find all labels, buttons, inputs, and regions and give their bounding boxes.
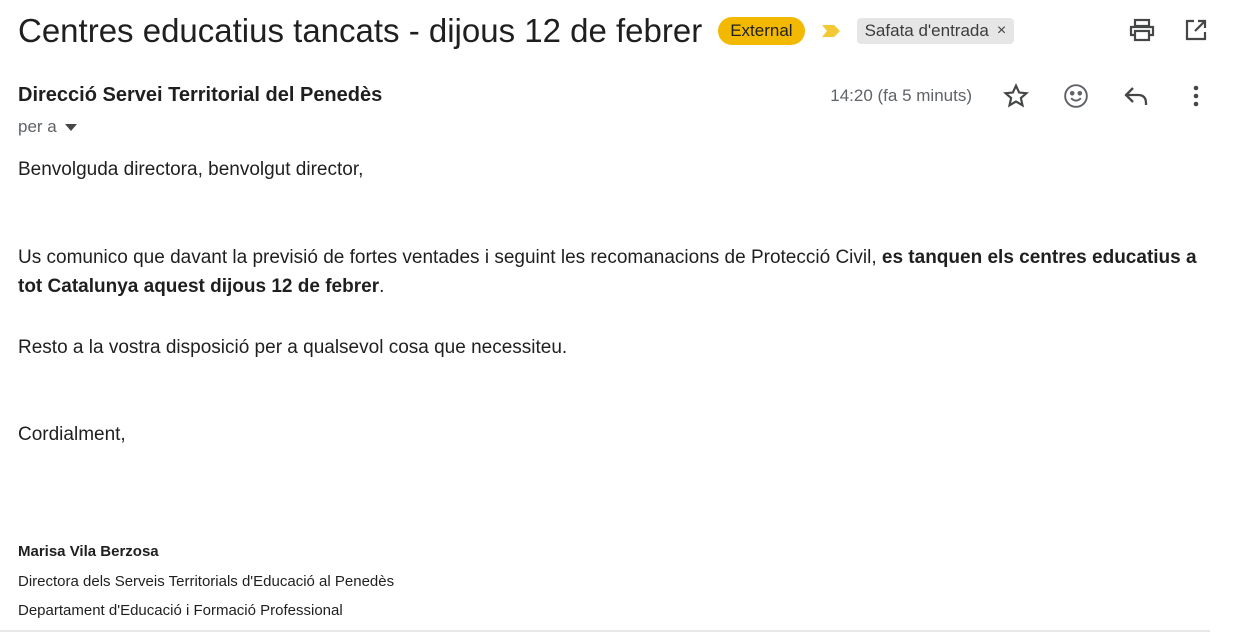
main-paragraph: Us comunico que davant la previsió de fo… [18, 243, 1218, 301]
email-body: Benvolguda directora, benvolgut director… [18, 152, 1218, 449]
email-view: Centres educatius tancats - dijous 12 de… [0, 0, 1234, 639]
divider [0, 630, 1210, 632]
external-label: External [718, 17, 805, 45]
recipients-toggle[interactable]: per a [18, 117, 77, 137]
reply-icon[interactable] [1122, 82, 1150, 110]
caret-down-icon[interactable] [64, 117, 77, 137]
remove-label-button[interactable]: × [997, 21, 1006, 41]
inbox-label: Safata d'entrada × [856, 18, 1015, 44]
importance-marker-icon[interactable] [821, 23, 843, 39]
signature-title: Directora dels Serveis Territorials d'Ed… [18, 572, 395, 590]
signature-department: Departament d'Educació i Formació Profes… [18, 602, 343, 619]
message-actions [1002, 82, 1210, 110]
offer-paragraph: Resto a la vostra disposició per a quals… [18, 337, 568, 358]
sender-name: Direcció Servei Territorial del Penedès [18, 84, 383, 106]
main-text-end: . [379, 276, 385, 297]
top-actions [1128, 16, 1210, 44]
inbox-label-text: Safata d'entrada [864, 21, 989, 40]
star-icon[interactable] [1002, 82, 1030, 110]
main-text-plain: Us comunico que davant la previsió de fo… [18, 247, 882, 268]
signature: Marisa Vila Berzosa Directora dels Serve… [18, 537, 394, 626]
more-vert-icon[interactable] [1182, 82, 1210, 110]
to-label: per a [18, 117, 57, 136]
greeting: Benvolguda directora, benvolgut director… [18, 159, 364, 180]
print-icon[interactable] [1128, 16, 1156, 44]
subject-row: Centres educatius tancats - dijous 12 de… [18, 10, 1015, 52]
email-subject: Centres educatius tancats - dijous 12 de… [18, 12, 703, 49]
open-in-new-window-icon[interactable] [1182, 16, 1210, 44]
closing: Cordialment, [18, 424, 126, 445]
timestamp: 14:20 (fa 5 minuts) [830, 86, 972, 105]
emoji-reaction-icon[interactable] [1062, 82, 1090, 110]
signature-name: Marisa Vila Berzosa [18, 543, 159, 560]
